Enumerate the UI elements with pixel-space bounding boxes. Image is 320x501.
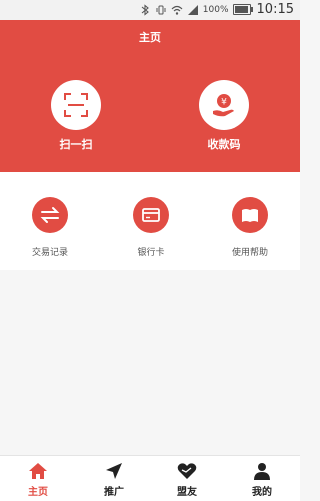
receive-money-icon: ¥ xyxy=(213,94,234,117)
book-icon xyxy=(242,209,258,222)
status-bar: 100% 10:15 xyxy=(0,0,300,20)
home-icon xyxy=(29,463,47,479)
status-time: 10:15 xyxy=(256,2,294,17)
quick-links-grid: 交易记录 银行卡 使用帮助 xyxy=(0,172,300,270)
heart-icon xyxy=(177,463,197,479)
tab-promote-label: 推广 xyxy=(104,487,124,498)
wifi-icon xyxy=(171,5,183,15)
transaction-records-circle xyxy=(32,197,68,233)
page-title: 主页 xyxy=(139,31,161,44)
tab-mine[interactable]: 我的 xyxy=(232,461,292,498)
battery-icon xyxy=(232,4,253,15)
bank-card-circle xyxy=(133,197,169,233)
scan-circle xyxy=(51,80,101,130)
status-icons: 100% 10:15 xyxy=(139,2,294,17)
scan-label: 扫一扫 xyxy=(59,138,93,151)
tab-home-label: 主页 xyxy=(28,487,48,498)
tab-mine-label: 我的 xyxy=(252,487,272,498)
battery-percent: 100% xyxy=(202,4,229,15)
bank-card-icon xyxy=(142,208,160,222)
tab-allies[interactable]: 盟友 xyxy=(157,461,217,498)
receive-circle: ¥ xyxy=(199,80,249,130)
header-panel: 主页 扫一扫 ¥ 收款码 xyxy=(0,20,300,172)
help-label: 使用帮助 xyxy=(231,248,268,258)
tab-allies-label: 盟友 xyxy=(177,487,197,498)
user-icon xyxy=(254,463,270,480)
receive-money-label: 收款码 xyxy=(207,138,241,151)
yen-symbol: ¥ xyxy=(221,98,227,108)
bank-card-button[interactable]: 银行卡 xyxy=(111,197,191,258)
scan-icon xyxy=(64,93,88,117)
tab-promote[interactable]: 推广 xyxy=(84,461,144,498)
help-button[interactable]: 使用帮助 xyxy=(210,197,290,258)
tab-home[interactable]: 主页 xyxy=(8,461,68,498)
vibrate-icon xyxy=(156,5,166,14)
help-circle xyxy=(232,197,268,233)
send-arrow-icon xyxy=(106,463,122,479)
transfer-arrows-icon xyxy=(40,207,60,223)
transaction-records-label: 交易记录 xyxy=(31,248,68,258)
signal-icon xyxy=(187,4,198,15)
bank-card-label: 银行卡 xyxy=(137,248,165,258)
bluetooth-icon xyxy=(141,3,149,16)
transaction-records-button[interactable]: 交易记录 xyxy=(10,197,90,258)
receive-money-button[interactable]: ¥ 收款码 xyxy=(184,80,264,152)
scan-button[interactable]: 扫一扫 xyxy=(36,80,116,152)
bottom-tab-bar: 主页 推广 盟友 我的 xyxy=(0,455,300,501)
